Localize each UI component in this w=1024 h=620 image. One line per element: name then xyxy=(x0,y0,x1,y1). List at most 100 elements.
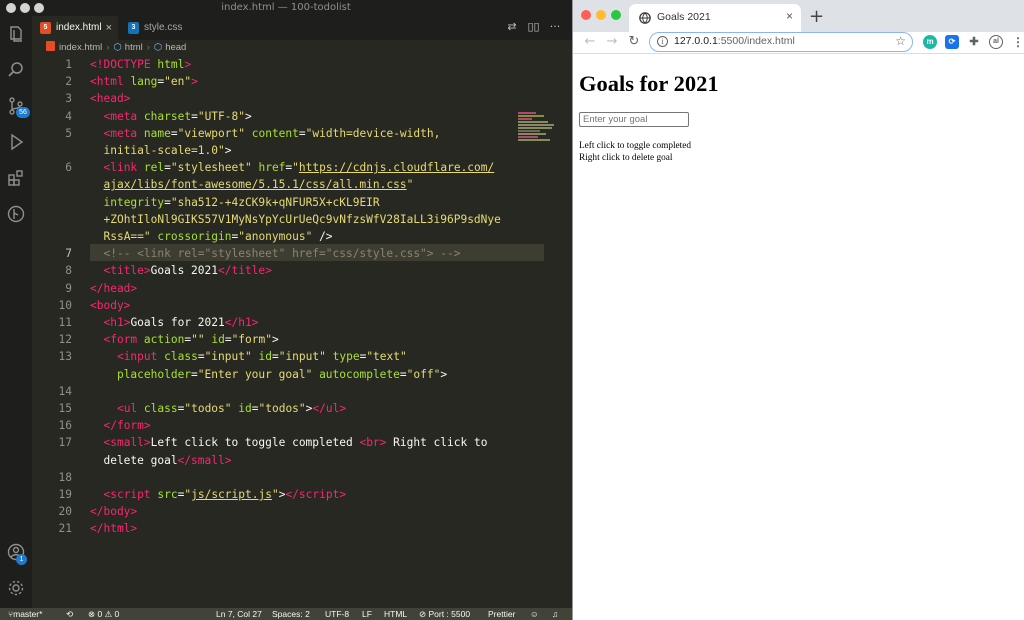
html5-icon xyxy=(46,41,55,51)
close-window-button[interactable] xyxy=(6,3,16,13)
hint-line-1: Left click to toggle completed xyxy=(579,141,692,151)
line-code: <ul class="todos" id="todos"></ul> xyxy=(116,402,347,415)
line-code: </form> xyxy=(103,419,151,433)
browser-toolbar: ← → ↻ i 127.0.0.1:5500/index.html ☆ m ⟳ … xyxy=(573,32,1024,54)
git-branch[interactable]: ⑂ master* xyxy=(8,608,42,620)
extension-m-icon[interactable]: m xyxy=(923,35,937,49)
site-info-icon[interactable]: i xyxy=(657,36,668,47)
line-number: 8 xyxy=(65,264,72,278)
line-number: 19 xyxy=(58,488,72,501)
open-changes-icon[interactable]: ⇄ xyxy=(503,20,521,33)
zoom-window-button[interactable] xyxy=(611,10,621,20)
line-number: 20 xyxy=(58,505,72,519)
language-mode[interactable]: HTML xyxy=(384,608,407,620)
search-icon[interactable] xyxy=(6,60,26,80)
new-tab-button[interactable]: + xyxy=(809,6,824,27)
run-debug-icon[interactable] xyxy=(6,132,26,152)
more-actions-icon[interactable]: ··· xyxy=(546,20,564,33)
line-number: 10 xyxy=(58,298,72,312)
tab-index-html[interactable]: 5 index.html × xyxy=(32,16,118,40)
line-number: 11 xyxy=(58,316,72,329)
line-number: 1 xyxy=(65,58,72,71)
line-code: <h1>Goals for 2021</h1> xyxy=(103,316,259,329)
notifications-icon[interactable]: ♫ xyxy=(552,608,558,620)
line-code: <form action="" id="form"> xyxy=(103,333,279,347)
line-code: initial-scale=1.0"> xyxy=(103,144,232,157)
breadcrumb-head[interactable]: head xyxy=(165,42,186,53)
breadcrumb: index.html › ⬡ html › ⬡ head xyxy=(32,40,572,56)
minimize-window-button[interactable] xyxy=(20,3,30,13)
line-code: <body> xyxy=(90,298,131,312)
editor-actions: ⇄ ▯▯ ··· xyxy=(503,20,564,33)
code-editor[interactable]: 1 <!DOCTYPE html> 2 <html lang="en"> 3 <head>… xyxy=(32,56,572,608)
encoding[interactable]: UTF-8 xyxy=(325,608,349,620)
line-number: 5 xyxy=(65,126,72,140)
line-number: 17 xyxy=(58,436,72,450)
browser-window: Goals 2021 × + ← → ↻ i 127.0.0.1:5500/in… xyxy=(572,0,1024,620)
element-icon: ⬡ xyxy=(113,42,122,53)
line-number: 14 xyxy=(58,384,72,398)
vscode-window: index.html — 100-todolist 56 1 5 index.h… xyxy=(0,0,572,620)
source-control-badge: 56 xyxy=(16,107,30,118)
cursor-position[interactable]: Ln 7, Col 27 xyxy=(216,608,262,620)
line-code: ajax/libs/font-awesome/5.15.1/css/all.mi… xyxy=(103,178,414,192)
line-number: 15 xyxy=(58,402,72,415)
minimize-window-button[interactable] xyxy=(596,10,606,20)
profile-avatar-icon[interactable]: al xyxy=(989,35,1003,49)
activity-bar: 56 1 xyxy=(0,16,32,608)
line-code: </html> xyxy=(90,522,138,536)
close-window-button[interactable] xyxy=(581,10,591,20)
bookmark-star-icon[interactable]: ☆ xyxy=(895,33,906,50)
tab-style-css[interactable]: 3 style.css xyxy=(120,16,200,40)
tab-close-button[interactable]: × xyxy=(106,16,112,40)
close-tab-button[interactable]: × xyxy=(786,9,793,23)
git-graph-icon[interactable] xyxy=(6,204,26,224)
vscode-titlebar: index.html — 100-todolist xyxy=(0,0,572,16)
tab-label: index.html xyxy=(56,22,102,33)
back-button[interactable]: ← xyxy=(581,33,599,51)
indentation[interactable]: Spaces: 2 xyxy=(272,608,310,620)
line-code: placeholder="Enter your goal" autocomple… xyxy=(116,367,448,381)
window-title: index.html — 100-todolist xyxy=(221,2,351,13)
extensions-puzzle-icon[interactable]: ✚ xyxy=(967,35,981,49)
accounts-badge: 1 xyxy=(16,554,27,565)
address-bar[interactable]: i 127.0.0.1:5500/index.html ☆ xyxy=(649,32,913,52)
line-code: <!-- <link rel="stylesheet" href="css/st… xyxy=(103,247,461,261)
line-code: integrity="sha512-+4zCK9k+qNFUR5X+cKL9EI… xyxy=(103,195,380,209)
split-editor-icon[interactable]: ▯▯ xyxy=(525,20,543,33)
css3-icon: 3 xyxy=(128,22,139,34)
line-code: <small>Left click to toggle completed <b… xyxy=(103,436,488,450)
zoom-window-button[interactable] xyxy=(34,3,44,13)
breadcrumb-html[interactable]: html xyxy=(125,42,143,53)
line-code: <link rel="stylesheet" href="https://cdn… xyxy=(103,161,495,175)
browser-tab[interactable]: Goals 2021 × xyxy=(629,4,801,32)
line-number: 21 xyxy=(58,522,72,536)
reload-button[interactable]: ↻ xyxy=(625,33,643,51)
end-of-line[interactable]: LF xyxy=(362,608,372,620)
line-number: 3 xyxy=(65,92,72,106)
live-server-port[interactable]: ⊘ Port : 5500 xyxy=(419,608,470,620)
sync-icon[interactable]: ⟲ xyxy=(66,608,73,620)
usage-hint: Left click to toggle completed Right clic… xyxy=(579,140,691,164)
settings-gear-icon[interactable] xyxy=(6,578,26,598)
line-code: delete goal</small> xyxy=(90,453,232,467)
line-code: <!DOCTYPE html> xyxy=(90,58,192,71)
extension-screenshot-icon[interactable]: ⟳ xyxy=(945,35,959,49)
prettier-status[interactable]: Prettier xyxy=(488,608,515,620)
tab-label: style.css xyxy=(144,22,183,33)
explorer-icon[interactable] xyxy=(6,24,26,44)
line-code: <head> xyxy=(90,92,131,106)
status-bar: ⑂ master* ⟲ ⊗ 0 ⚠ 0 Ln 7, Col 27 Spaces:… xyxy=(0,608,572,620)
forward-button[interactable]: → xyxy=(603,33,621,51)
menu-kebab-icon[interactable]: ⋮ xyxy=(1011,35,1024,49)
breadcrumb-file[interactable]: index.html xyxy=(59,42,102,53)
line-number: 18 xyxy=(58,470,72,484)
goal-input[interactable] xyxy=(579,112,689,127)
problems-count[interactable]: ⊗ 0 ⚠ 0 xyxy=(88,608,119,620)
line-number: 2 xyxy=(65,75,72,89)
browser-tabstrip: Goals 2021 × + xyxy=(573,0,1024,32)
line-number: 16 xyxy=(58,419,72,433)
feedback-icon[interactable]: ☺ xyxy=(530,608,539,620)
extensions-icon[interactable] xyxy=(6,168,26,188)
minimap[interactable] xyxy=(518,112,558,152)
